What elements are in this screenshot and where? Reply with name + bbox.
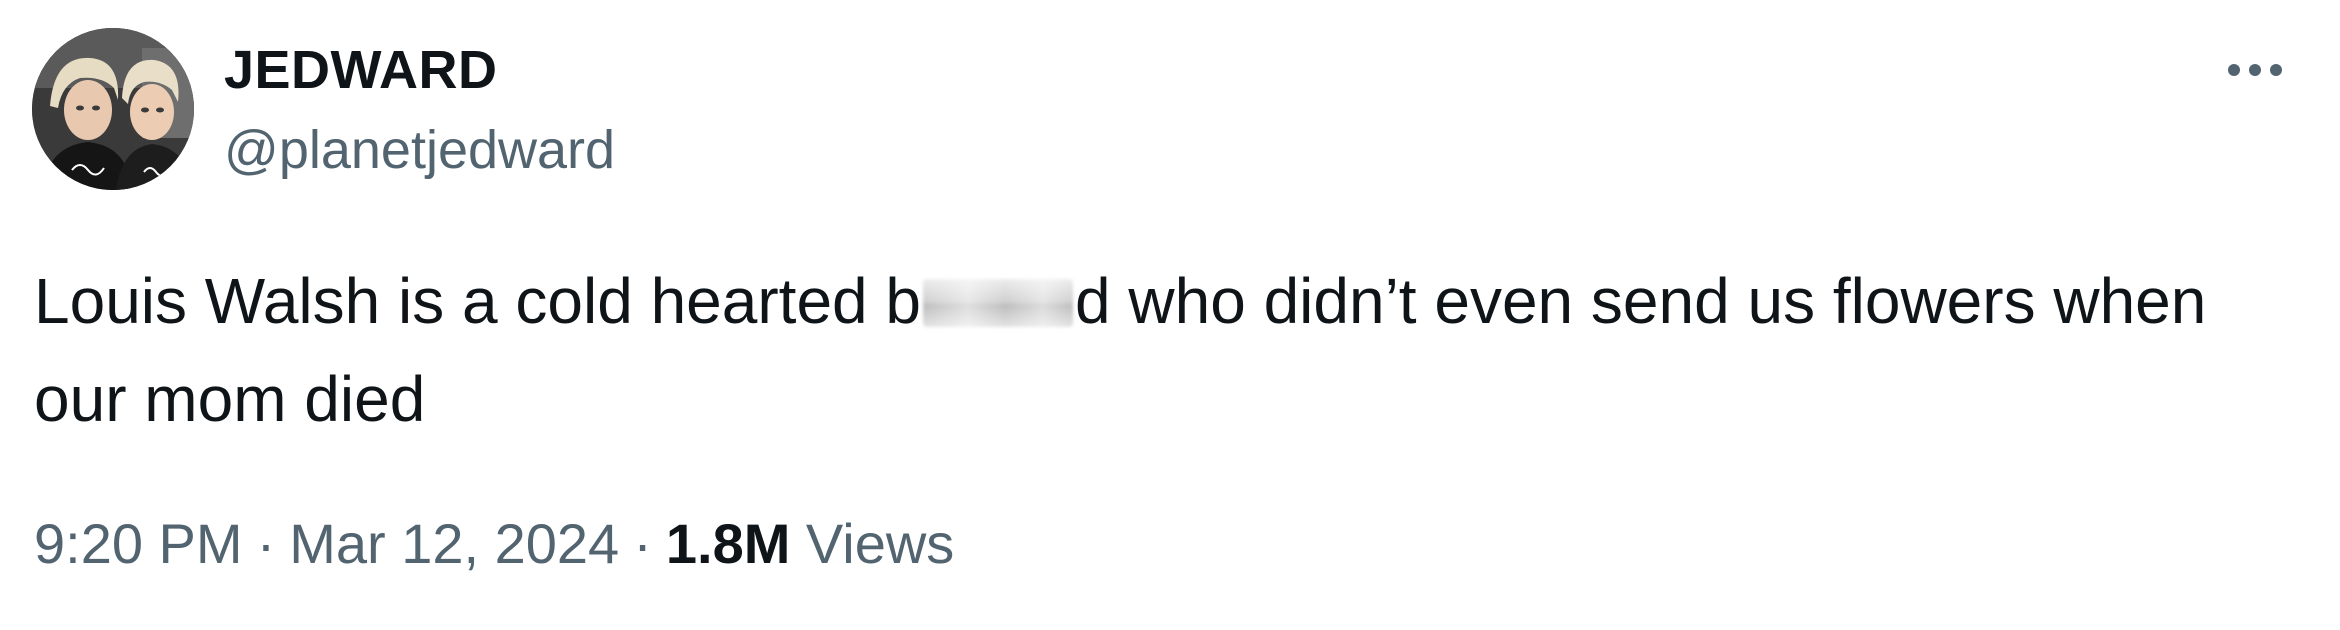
tweet-text: Louis Walsh is a cold hearted bd who did… xyxy=(34,252,2274,448)
tweet-date[interactable]: Mar 12, 2024 xyxy=(289,512,619,575)
redacted-word-blur xyxy=(923,279,1073,327)
separator-dot: · xyxy=(633,512,652,575)
display-name[interactable]: JEDWARD xyxy=(224,34,498,106)
avatar-photo-icon xyxy=(32,28,194,190)
tweet-card: JEDWARD @planetjedward Louis Walsh is a … xyxy=(0,0,2340,630)
more-horizontal-icon xyxy=(2228,64,2282,76)
tweet-time[interactable]: 9:20 PM xyxy=(34,512,243,575)
avatar[interactable] xyxy=(32,28,194,190)
tweet-meta: 9:20 PM · Mar 12, 2024 · 1.8M Views xyxy=(34,508,954,580)
views-count[interactable]: 1.8M xyxy=(666,512,791,575)
more-options-icon[interactable] xyxy=(2224,50,2286,90)
tweet-text-start: Louis Walsh is a cold hearted b xyxy=(34,265,921,337)
views-label[interactable]: Views xyxy=(806,512,954,575)
separator-dot: · xyxy=(256,512,276,575)
user-handle[interactable]: @planetjedward xyxy=(224,114,615,186)
